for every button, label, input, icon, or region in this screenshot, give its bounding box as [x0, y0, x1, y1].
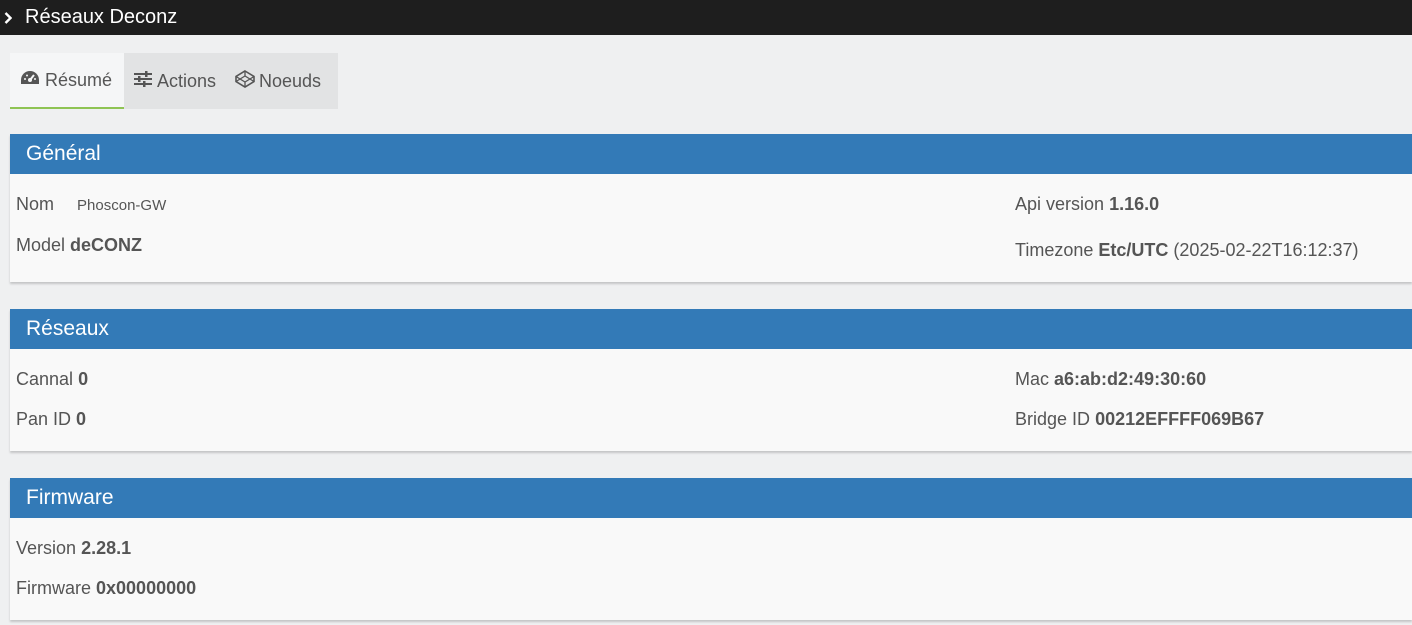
general-model: Model deCONZ [16, 235, 142, 256]
network-mac-value: a6:ab:d2:49:30:60 [1054, 369, 1207, 389]
general-model-label: Model [16, 235, 66, 255]
panel-general-title: Général [10, 134, 1412, 174]
panel-network-title: Réseaux [10, 309, 1412, 349]
general-tz-value: Etc/UTC [1098, 240, 1169, 260]
page-title: Réseaux Deconz [25, 6, 178, 28]
general-api-label: Api version [1015, 194, 1105, 214]
general-api-version: Api version 1.16.0 [1015, 194, 1159, 215]
dashboard-gauge-icon [19, 69, 45, 92]
network-bridge-id: Bridge ID 00212EFFFF069B67 [1015, 409, 1264, 430]
network-channel-value: 0 [78, 369, 89, 389]
tab-noeuds[interactable]: Noeuds [230, 53, 338, 109]
chevron-right-icon[interactable] [4, 11, 12, 24]
general-name: Nom Phoscon-GW [16, 194, 166, 215]
firmware-version-label: Version [16, 538, 77, 558]
network-channel-label: Cannal [16, 369, 74, 389]
network-panid-value: 0 [76, 409, 87, 429]
network-bridge-label: Bridge ID [1015, 409, 1091, 429]
general-name-label: Nom [16, 194, 55, 214]
general-timezone: Timezone Etc/UTC (2025-02-22T16:12:37) [1015, 240, 1359, 261]
network-channel: Cannal 0 [16, 369, 88, 390]
general-api-value: 1.16.0 [1109, 194, 1160, 214]
panel-general: Général Nom Phoscon-GW Model deCONZ Api … [10, 134, 1412, 282]
tab-noeuds-label: Noeuds [259, 70, 322, 91]
tab-bar: Résumé Actions Noeuds [10, 53, 338, 109]
general-model-value: deCONZ [70, 235, 143, 255]
network-panid-label: Pan ID [16, 409, 72, 429]
general-tz-time: (2025-02-22T16:12:37) [1173, 240, 1359, 260]
sliders-icon [133, 70, 157, 93]
firmware-version: Version 2.28.1 [16, 538, 131, 559]
tab-actions[interactable]: Actions [124, 53, 230, 109]
panel-firmware: Firmware Version 2.28.1 Firmware 0x00000… [10, 478, 1412, 620]
firmware-fw-label: Firmware [16, 578, 91, 598]
window-titlebar: Réseaux Deconz [0, 0, 1412, 35]
firmware-fw: Firmware 0x00000000 [16, 578, 196, 599]
panel-network: Réseaux Cannal 0 Pan ID 0 Mac a6:ab:d2:4… [10, 309, 1412, 451]
general-name-value: Phoscon-GW [77, 197, 167, 214]
codepen-cube-icon [235, 69, 259, 93]
panel-firmware-title: Firmware [10, 478, 1412, 518]
general-tz-label: Timezone [1015, 240, 1094, 260]
network-bridge-value: 00212EFFFF069B67 [1095, 409, 1265, 429]
network-panid: Pan ID 0 [16, 409, 86, 430]
firmware-version-value: 2.28.1 [81, 538, 132, 558]
network-mac: Mac a6:ab:d2:49:30:60 [1015, 369, 1206, 390]
tab-resume-label: Résumé [45, 69, 113, 90]
tab-resume[interactable]: Résumé [10, 53, 124, 109]
network-mac-label: Mac [1015, 369, 1050, 389]
firmware-fw-value: 0x00000000 [96, 578, 197, 598]
tab-actions-label: Actions [157, 70, 217, 91]
